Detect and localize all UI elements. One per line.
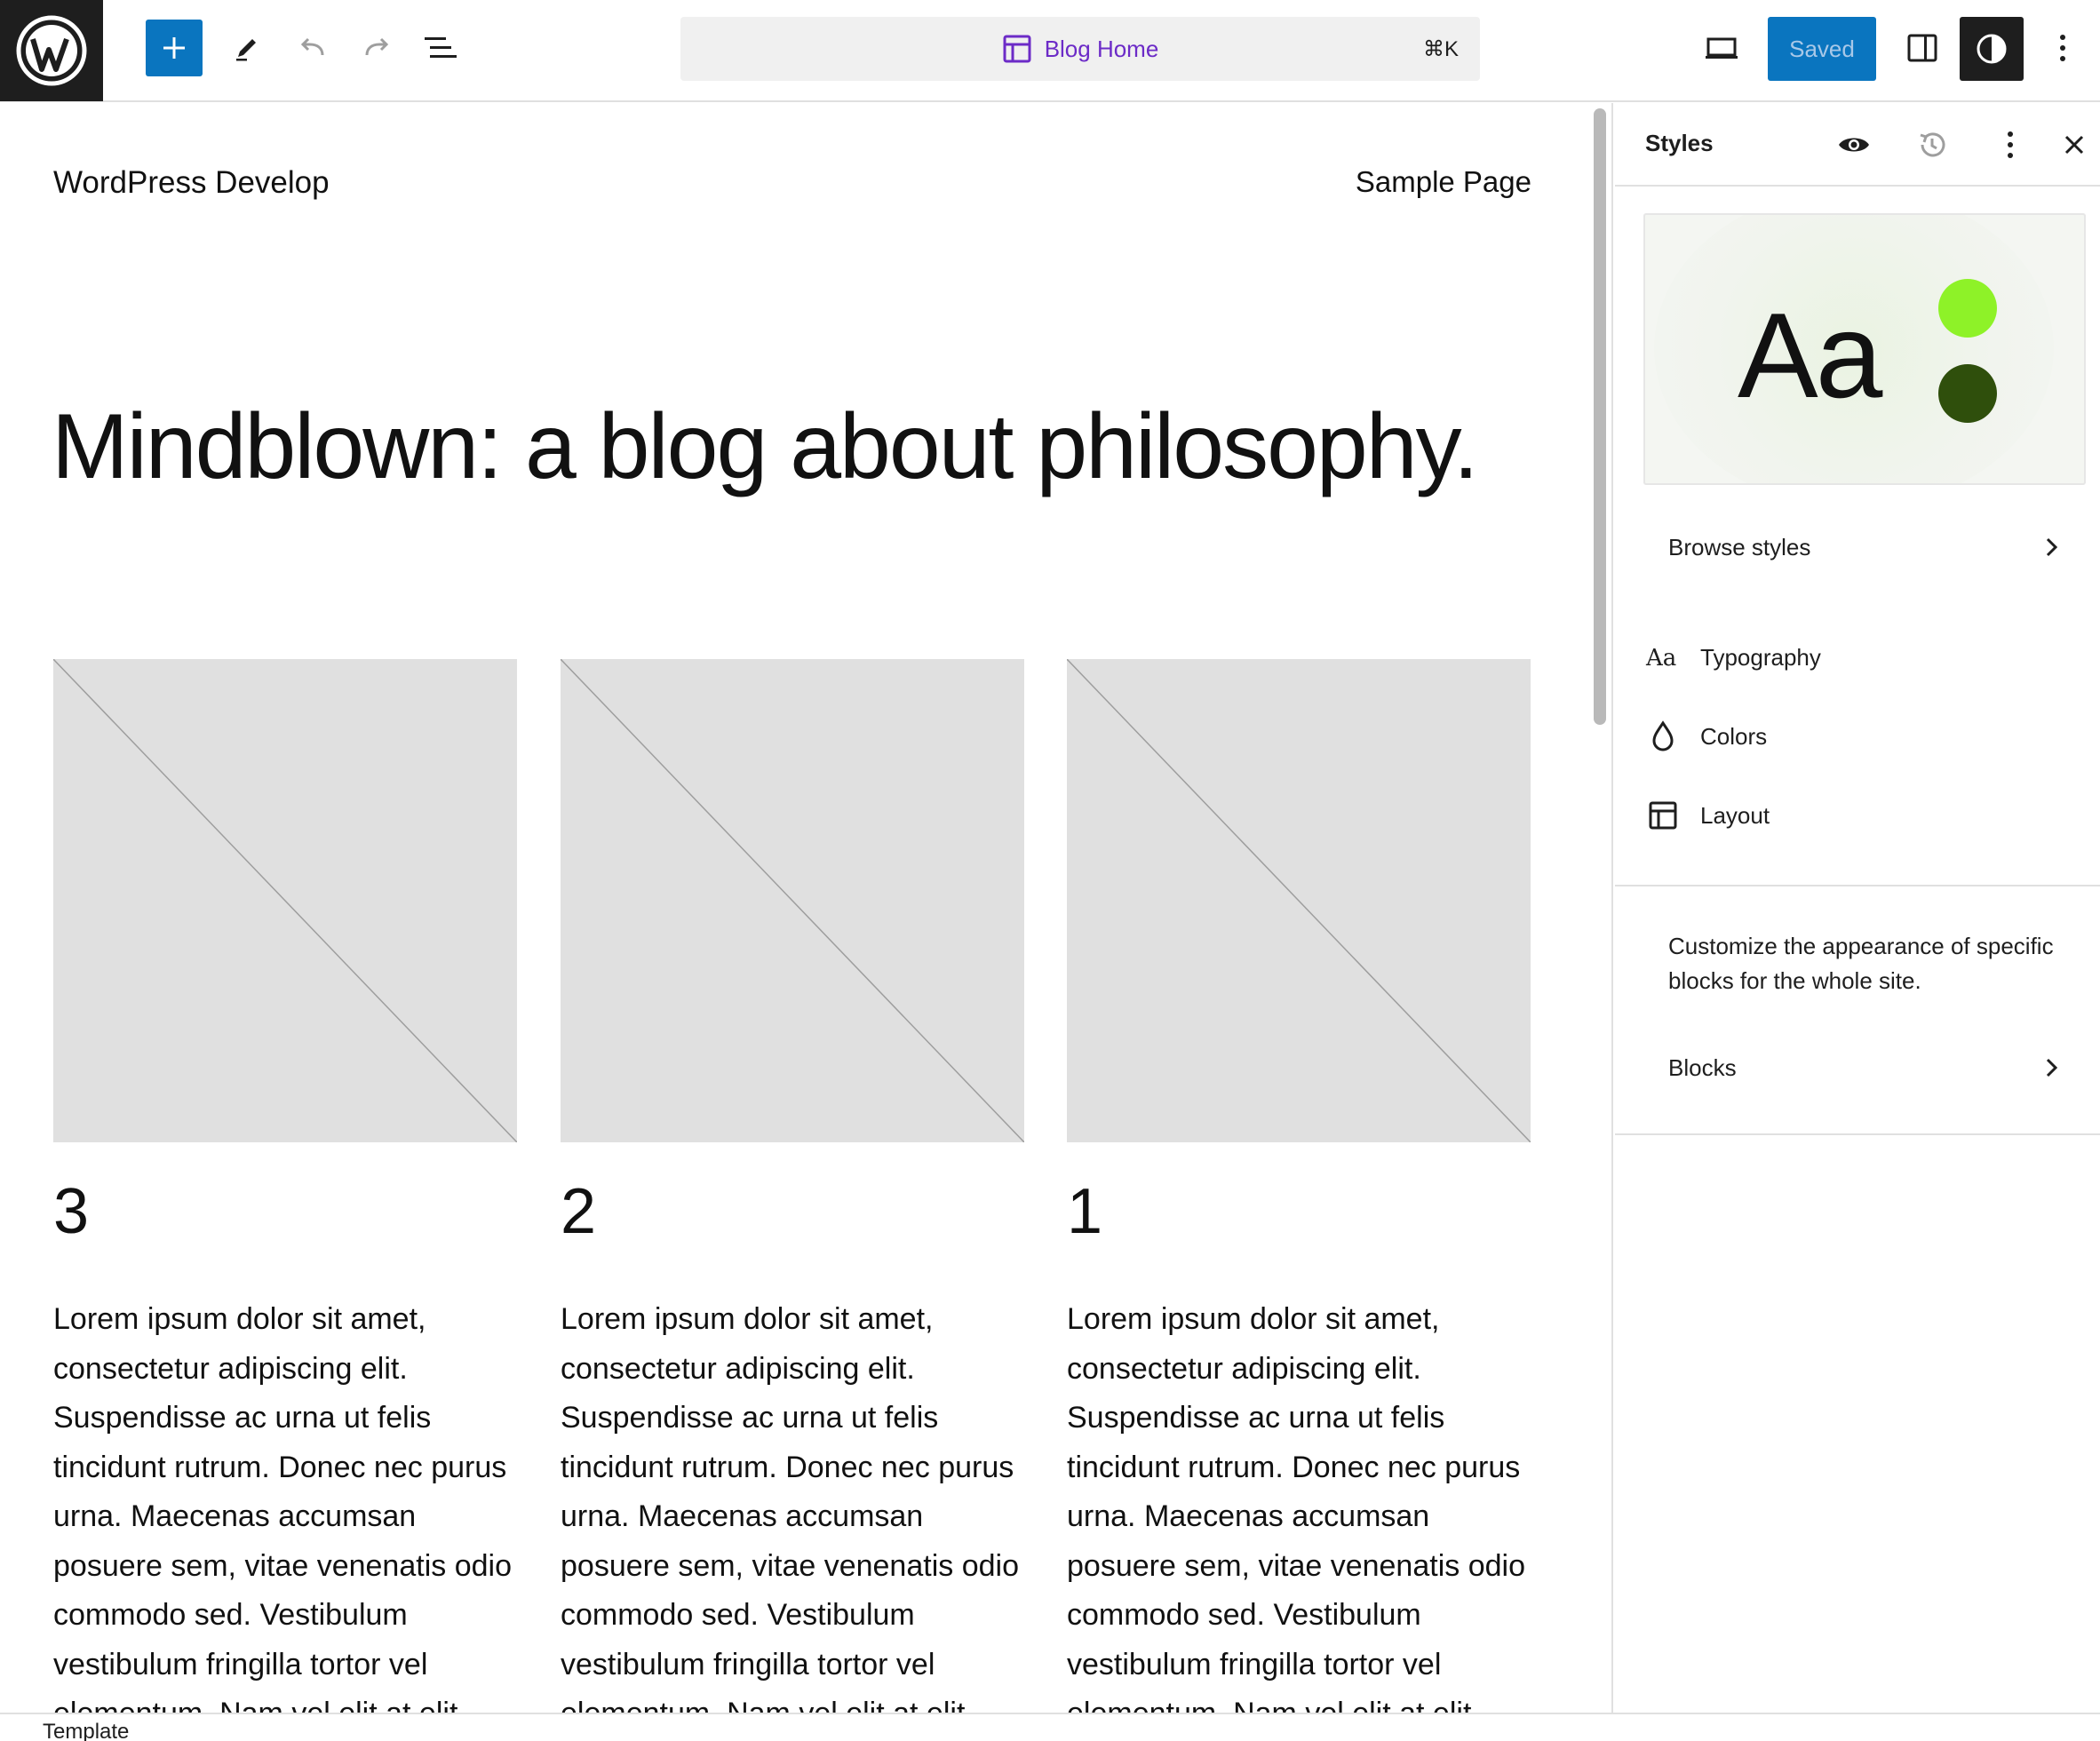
- sidebar-more-button[interactable]: [1988, 123, 2032, 167]
- section-divider: [1615, 1133, 2100, 1135]
- style-book-button[interactable]: [1832, 123, 1876, 167]
- style-preview[interactable]: Aa: [1643, 213, 2086, 485]
- eye-icon: [1839, 138, 1869, 152]
- browse-styles-item[interactable]: Browse styles: [1643, 522, 2072, 572]
- settings-button[interactable]: [1894, 20, 1951, 76]
- wordpress-logo-icon[interactable]: [0, 0, 103, 101]
- undo-button[interactable]: [284, 20, 341, 76]
- document-overview-button[interactable]: [412, 20, 469, 76]
- pencil-icon: [236, 39, 256, 61]
- nav-item-layout[interactable]: Layout: [1643, 791, 2072, 840]
- more-vertical-icon: [2008, 131, 2013, 158]
- nav-item-label: Layout: [1700, 801, 1770, 829]
- preview-color-swatch: [1938, 279, 1997, 338]
- post-excerpt[interactable]: Lorem ipsum dolor sit amet, consectetur …: [561, 1295, 1024, 1713]
- redo-icon: [365, 37, 389, 56]
- redo-button[interactable]: [348, 20, 405, 76]
- post-title[interactable]: 1: [1067, 1180, 1531, 1244]
- featured-image-placeholder[interactable]: [561, 659, 1024, 1142]
- nav-link-sample-page[interactable]: Sample Page: [1356, 165, 1531, 199]
- sidebar-header: Styles: [1615, 103, 2100, 187]
- post-excerpt[interactable]: Lorem ipsum dolor sit amet, consectetur …: [1067, 1295, 1531, 1713]
- post-card[interactable]: 3 Lorem ipsum dolor sit amet, consectetu…: [53, 659, 517, 1713]
- preview-color-swatch: [1938, 364, 1997, 423]
- nav-item-colors[interactable]: Colors: [1643, 712, 2072, 761]
- list-view-icon: [425, 37, 457, 58]
- browse-styles-label: Browse styles: [1668, 533, 1811, 560]
- page-heading[interactable]: Mindblown: a blog about philosophy.: [52, 394, 1479, 500]
- layout-icon: [1645, 798, 1681, 833]
- typography-icon: Aa: [1645, 640, 1681, 675]
- post-card[interactable]: 2 Lorem ipsum dolor sit amet, consectetu…: [561, 659, 1024, 1713]
- more-vertical-icon: [2060, 35, 2065, 61]
- canvas-scrollbar[interactable]: [1587, 103, 1613, 1713]
- close-sidebar-button[interactable]: [2052, 123, 2096, 167]
- revisions-button[interactable]: [1910, 123, 1954, 167]
- sidebar-toggle-icon: [1907, 34, 1937, 62]
- chevron-right-icon: [2046, 1058, 2058, 1077]
- edit-tool-button[interactable]: [219, 20, 275, 76]
- current-template-title: Blog Home: [1044, 35, 1159, 62]
- plus-icon: [163, 37, 185, 59]
- preview-typography-sample: Aa: [1738, 288, 1882, 423]
- save-button[interactable]: Saved: [1768, 17, 1876, 81]
- template-icon: [1003, 35, 1031, 63]
- close-icon: [2064, 135, 2084, 155]
- site-title[interactable]: WordPress Develop: [53, 165, 330, 201]
- droplet-icon: [1645, 719, 1681, 754]
- history-icon: [1920, 132, 1945, 157]
- options-button[interactable]: [2034, 20, 2091, 76]
- command-palette-button[interactable]: Blog Home ⌘K: [680, 17, 1480, 81]
- featured-image-placeholder[interactable]: [53, 659, 517, 1142]
- nav-item-label: Colors: [1700, 722, 1768, 750]
- desktop-icon: [1706, 37, 1738, 59]
- undo-icon: [300, 37, 324, 56]
- nav-item-typography[interactable]: Aa Typography: [1643, 632, 2072, 682]
- sidebar-title: Styles: [1645, 130, 1714, 156]
- svg-text:Aa: Aa: [1645, 645, 1676, 671]
- post-excerpt[interactable]: Lorem ipsum dolor sit amet, consectetur …: [53, 1295, 517, 1713]
- editor-footer: Template: [0, 1713, 2100, 1741]
- blocks-description: Customize the appearance of specific blo…: [1668, 933, 2054, 994]
- styles-button[interactable]: [1960, 17, 2024, 81]
- scrollbar-thumb[interactable]: [1594, 108, 1606, 725]
- nav-item-label: Typography: [1700, 643, 1821, 671]
- post-card[interactable]: 1 Lorem ipsum dolor sit amet, consectetu…: [1067, 659, 1531, 1713]
- chevron-right-icon: [2046, 537, 2058, 557]
- breadcrumb[interactable]: Template: [43, 1720, 129, 1741]
- editor-canvas: WordPress Develop Sample Page Mindblown:…: [0, 103, 1587, 1713]
- editor-header: Blog Home ⌘K Saved: [0, 0, 2100, 102]
- post-title[interactable]: 3: [53, 1180, 517, 1244]
- contrast-icon: [1977, 34, 2007, 64]
- featured-image-placeholder[interactable]: [1067, 659, 1531, 1142]
- keyboard-shortcut: ⌘K: [1422, 37, 1459, 61]
- blocks-item[interactable]: Blocks: [1643, 1043, 2072, 1093]
- section-divider: [1615, 885, 2100, 886]
- add-block-button[interactable]: [146, 20, 203, 76]
- blocks-label: Blocks: [1668, 1053, 1737, 1081]
- device-preview-button[interactable]: [1693, 20, 1750, 76]
- post-title[interactable]: 2: [561, 1180, 1024, 1244]
- styles-sidebar: Styles Aa Browse styles Aa Typography Co…: [1615, 103, 2100, 1713]
